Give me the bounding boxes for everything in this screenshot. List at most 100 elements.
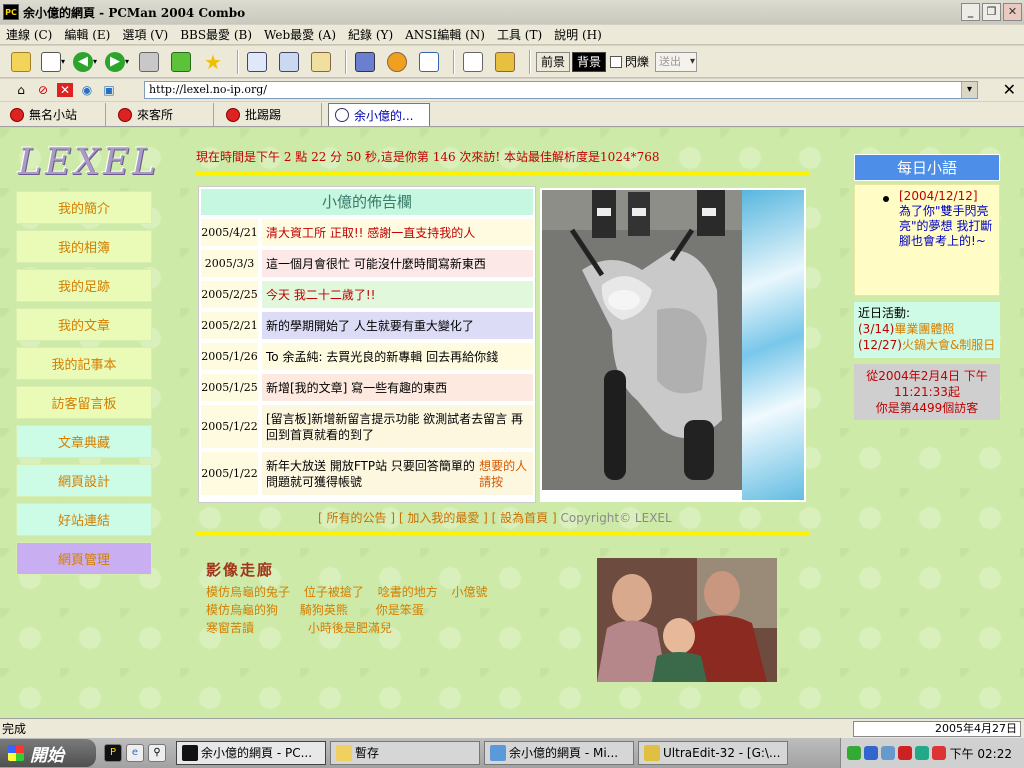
lock-icon [495, 51, 515, 72]
gallery-link[interactable]: 騎狗英熊 [300, 603, 348, 617]
clipboard-icon [311, 51, 331, 72]
notice-text[interactable]: To 余孟純: 去買光良的新專輯 回去再給你錢 [262, 343, 533, 370]
event-item[interactable]: (3/14)畢業團體照 [858, 321, 996, 337]
tab-label: 來客所 [137, 108, 174, 122]
close-page-button[interactable]: ✕ [56, 81, 74, 99]
tray-security-icon[interactable] [932, 746, 946, 760]
gallery-link[interactable]: 位子被搶了 [304, 585, 364, 599]
tab-laikesuo[interactable]: 來客所 [112, 103, 214, 126]
search-quicklaunch-icon[interactable]: ⚲ [148, 744, 166, 762]
address-dropdown-icon[interactable]: ▾ [961, 82, 977, 98]
font-button[interactable] [352, 49, 378, 75]
notice-text[interactable]: 今天 我二十二歲了!! [262, 281, 533, 308]
task-ultraedit[interactable]: UltraEdit-32 - [G:\... [638, 741, 788, 765]
close-tab-button[interactable]: ✕ [1003, 80, 1016, 99]
gallery-link[interactable]: 你是笨蛋 [376, 603, 424, 617]
background-color-button[interactable]: 背景 [572, 51, 607, 72]
minimize-button[interactable]: _ [961, 3, 980, 21]
recent-events-label: 近日活動: [858, 306, 911, 320]
home-button[interactable]: ⌂ [12, 81, 30, 99]
tab-ptt[interactable]: 批踢踢 [220, 103, 322, 126]
pencil-note-icon [463, 51, 483, 72]
nav-admin[interactable]: 網頁管理 [16, 542, 152, 575]
restore-button[interactable]: ❐ [982, 3, 1001, 21]
stop-button[interactable]: ⊘ [34, 81, 52, 99]
menu-edit[interactable]: 編輯 (E) [58, 26, 116, 43]
tray-antivirus-icon[interactable] [898, 746, 912, 760]
disconnect-button[interactable] [136, 49, 162, 75]
paste-button[interactable] [276, 49, 302, 75]
gallery-link[interactable]: 唸書的地方 [378, 585, 438, 599]
windows-button[interactable]: ▣ [100, 81, 118, 99]
notice-text[interactable]: 新年大放送 開放FTP站 只要回答簡單的問題就可獲得帳號 想要的人請按 [262, 452, 533, 495]
copy-button[interactable] [244, 49, 270, 75]
forward-button[interactable]: ▶ ▾ [104, 49, 130, 75]
notice-text[interactable]: 新的學期開始了 人生就要有重大變化了 [262, 312, 533, 339]
tray-chat-icon[interactable] [915, 746, 929, 760]
tab-wretch[interactable]: 無名小站 [4, 103, 106, 126]
nav-profile[interactable]: 我的簡介 [16, 191, 152, 224]
settings-button[interactable] [384, 49, 410, 75]
start-button[interactable]: 開始 [0, 739, 96, 767]
send-dropdown[interactable]: 送出 [655, 51, 698, 72]
new-button[interactable]: ▾ [40, 49, 66, 75]
gallery-link[interactable]: 模仿烏龜的兔子 [206, 585, 290, 599]
event-item[interactable]: (12/27)火鍋大會&制服日 [858, 337, 996, 353]
connect-button[interactable] [8, 49, 34, 75]
address-input[interactable]: http://lexel.no-ip.org/ ▾ [144, 81, 978, 99]
nav-links[interactable]: 好站連結 [16, 503, 152, 536]
menu-help[interactable]: 說明 (H) [548, 26, 608, 43]
nav-article-archive[interactable]: 文章典藏 [16, 425, 152, 458]
task-temp-folder[interactable]: 暫存 [330, 741, 480, 765]
all-notices-link[interactable]: 所有的公告 [327, 511, 387, 525]
tray-network-icon[interactable] [864, 746, 878, 760]
nav-notebook[interactable]: 我的記事本 [16, 347, 152, 380]
menu-connect[interactable]: 連線 (C) [0, 26, 58, 43]
task-pcman[interactable]: 余小億的網頁 - PC... [176, 741, 326, 765]
flash-checkbox[interactable] [610, 55, 623, 68]
nav-album[interactable]: 我的相簿 [16, 230, 152, 263]
edit-button[interactable] [460, 49, 486, 75]
notice-text[interactable]: 新增[我的文章] 寫一些有趣的東西 [262, 374, 533, 401]
menu-tools[interactable]: 工具 (T) [491, 26, 548, 43]
notice-link[interactable]: 想要的人請按 [479, 458, 529, 490]
foreground-color-button[interactable]: 前景 [536, 51, 571, 72]
recent-events-box: 近日活動: (3/14)畢業團體照 (12/27)火鍋大會&制服日 [854, 302, 1000, 358]
menu-options[interactable]: 選項 (V) [116, 26, 174, 43]
tab-lexel-home[interactable]: 余小億的... [328, 103, 430, 126]
bbs-site-icon [226, 107, 240, 122]
globe-button[interactable]: ◉ [78, 81, 96, 99]
menu-bbs-favorites[interactable]: BBS最愛 (B) [174, 26, 258, 43]
star-icon: ★ [204, 49, 222, 74]
nav-web-design[interactable]: 網頁設計 [16, 464, 152, 497]
copy-ansi-button[interactable] [308, 49, 334, 75]
menu-ansi-editor[interactable]: ANSI編輯 (N) [399, 26, 491, 43]
close-window-button[interactable]: ✕ [1003, 3, 1022, 21]
gallery-title: 影像走廊 [206, 561, 275, 579]
lock-button[interactable] [492, 49, 518, 75]
notice-text[interactable]: [留言板]新增新留言提示功能 欲測試者去留言 再回到首頁就看的到了 [262, 405, 533, 448]
nav-footprints[interactable]: 我的足跡 [16, 269, 152, 302]
tray-monitor-icon[interactable] [881, 746, 895, 760]
task-ie[interactable]: 余小億的網頁 - Mi... [484, 741, 634, 765]
set-homepage-link[interactable]: 設為首頁 [500, 511, 548, 525]
gallery-link[interactable]: 模仿烏龜的狗 [206, 603, 278, 617]
tray-app-icon[interactable] [847, 746, 861, 760]
nav-articles[interactable]: 我的文章 [16, 308, 152, 341]
add-favorite-link[interactable]: 加入我的最愛 [407, 511, 479, 525]
toolbar-separator [345, 49, 347, 74]
address-book-button[interactable] [416, 49, 442, 75]
menu-web-favorites[interactable]: Web最愛 (A) [258, 26, 342, 43]
reconnect-button[interactable] [168, 49, 194, 75]
favorites-button[interactable]: ★ [200, 49, 226, 75]
gallery-link[interactable]: 小億號 [452, 585, 488, 599]
back-button[interactable]: ◀ ▾ [72, 49, 98, 75]
menu-history[interactable]: 紀錄 (Y) [342, 26, 399, 43]
nav-guestbook[interactable]: 訪客留言板 [16, 386, 152, 419]
notice-text[interactable]: 這一個月會很忙 可能沒什麼時間寫新東西 [262, 250, 533, 277]
pcman-quicklaunch-icon[interactable]: P [104, 744, 122, 762]
gallery-link[interactable]: 小時後是肥滿兒 [308, 621, 392, 635]
ie-quicklaunch-icon[interactable]: e [126, 744, 144, 762]
notice-text[interactable]: 清大資工所 正取!! 感謝一直支持我的人 [262, 219, 533, 246]
gallery-link[interactable]: 寒窗苦讀 [206, 621, 254, 635]
